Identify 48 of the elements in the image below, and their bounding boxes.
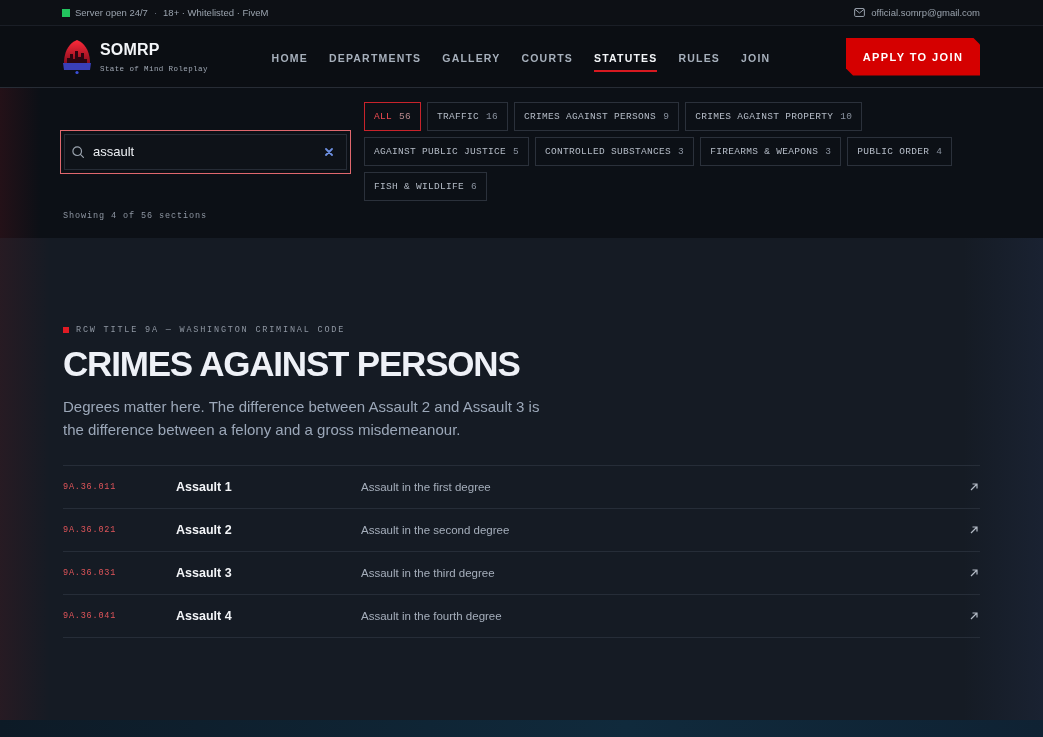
nav-link[interactable]: HOME: [271, 42, 308, 72]
apply-button[interactable]: APPLY TO JOIN: [846, 37, 980, 76]
section-title: CRIMES AGAINST PERSONS: [63, 344, 521, 384]
statute-description: Assault in the second degree: [361, 524, 511, 536]
eyebrow-marker-icon: [63, 327, 69, 333]
clear-icon[interactable]: [325, 147, 333, 156]
arrow-up-right-icon[interactable]: [970, 612, 978, 620]
status-text: Server open 24/7: [75, 7, 148, 18]
logo-icon[interactable]: [62, 38, 92, 75]
nav-link[interactable]: GALLERY: [442, 42, 501, 72]
email-link[interactable]: official.somrp@gmail.com: [871, 7, 980, 18]
statute-description: Assault in the fourth degree: [361, 610, 503, 622]
statute-description: Assault in the first degree: [361, 481, 492, 493]
search-icon: [72, 145, 84, 158]
arrow-up-right-icon[interactable]: [970, 526, 978, 534]
brand-name: SOMRP: [100, 40, 161, 59]
section-description: Degrees matter here. The difference between Assault 2 and Assault 3 is the difference between a felony and a gross misdemeanour.: [63, 397, 541, 440]
eyebrow-text: RCW TITLE 9A — WASHINGTON CRIMINAL CODE: [76, 325, 346, 335]
statute-description: Assault in the third degree: [361, 567, 496, 579]
filter-chip[interactable]: AGAINST PUBLIC JUSTICE 5: [364, 137, 530, 166]
nav-link[interactable]: COURTS: [521, 42, 573, 72]
nav-link[interactable]: STATUTES: [594, 42, 658, 72]
search-field[interactable]: assault: [60, 129, 351, 174]
statute-title: Assault 1: [176, 480, 233, 494]
filter-chip[interactable]: CRIMES AGAINST PERSONS 9: [514, 102, 680, 131]
filter-chip[interactable]: FISH & WILDLIFE 6: [364, 172, 488, 201]
nav-link[interactable]: JOIN: [741, 42, 771, 72]
nav-link[interactable]: DEPARTMENTS: [328, 42, 422, 72]
mail-icon: [854, 8, 866, 17]
statute-code: 9A.36.031: [63, 568, 118, 578]
statute-code: 9A.36.011: [63, 482, 118, 492]
filter-chip[interactable]: ALL 56: [364, 102, 422, 131]
statute-code: 9A.36.041: [63, 611, 118, 621]
statute-title: Assault 2: [176, 523, 233, 537]
filter-chip[interactable]: CRIMES AGAINST PROPERTY 10: [685, 102, 863, 131]
nav-link[interactable]: RULES: [678, 42, 721, 72]
statute-title: Assault 3: [176, 566, 233, 580]
separator-text: ·: [153, 7, 158, 18]
filter-chip[interactable]: TRAFFIC 16: [427, 102, 509, 131]
arrow-up-right-icon[interactable]: [970, 569, 978, 577]
filter-chip[interactable]: CONTROLLED SUBSTANCES 3: [535, 137, 695, 166]
result-count-text: Showing 4 of 56 sections: [62, 211, 209, 221]
filter-chip[interactable]: FIREARMS & WEAPONS 3: [700, 137, 842, 166]
server-info-text: 18+ · Whitelisted · FiveM: [163, 7, 269, 18]
statute-title: Assault 4: [176, 609, 233, 623]
arrow-up-right-icon[interactable]: [970, 483, 978, 491]
filter-chip[interactable]: PUBLIC ORDER 4: [847, 137, 953, 166]
statute-code: 9A.36.021: [63, 525, 118, 535]
